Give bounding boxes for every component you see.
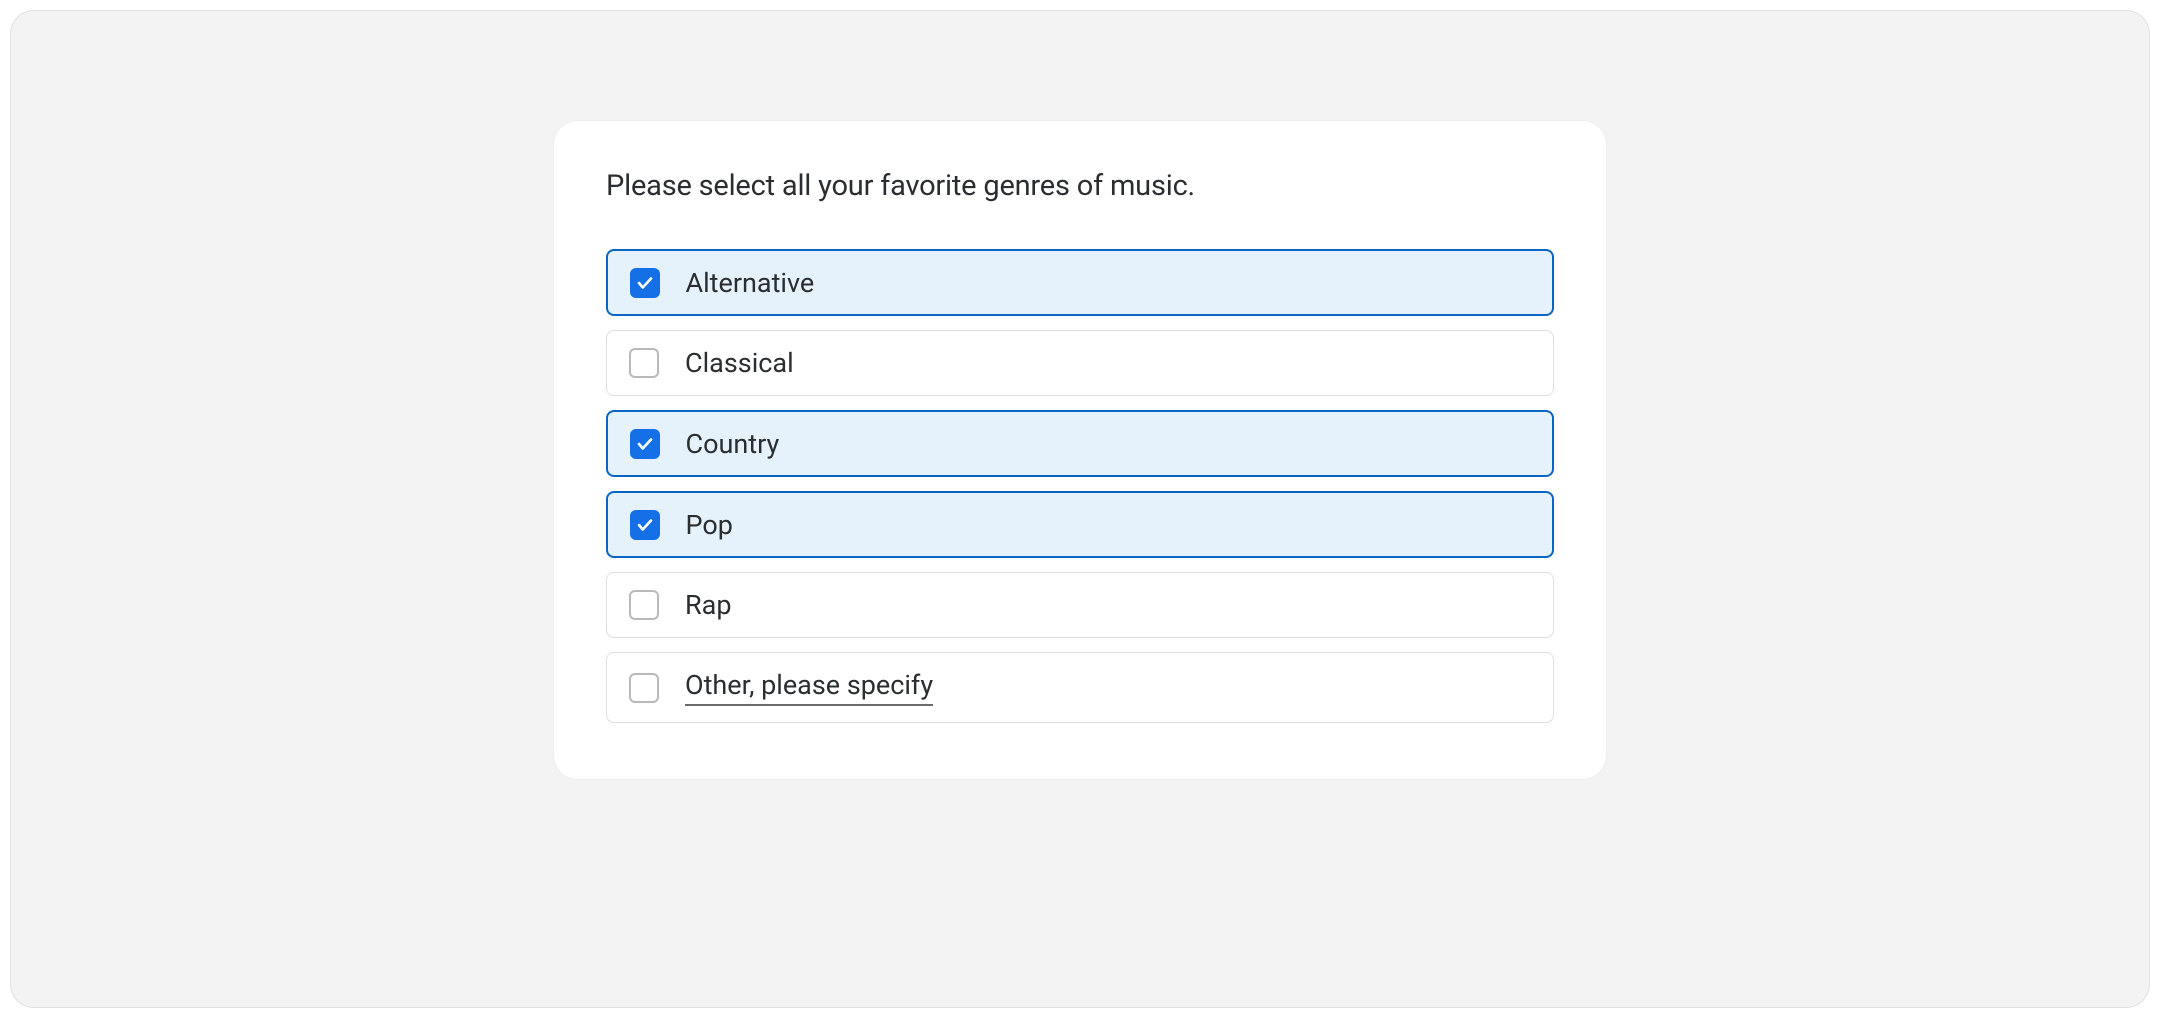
checkbox-icon [629,673,659,703]
checkbox-icon [630,429,660,459]
option-label: Pop [686,509,733,541]
option-other[interactable]: Other, please specify [606,652,1554,723]
option-label: Rap [685,589,732,621]
page-frame: Please select all your favorite genres o… [10,10,2150,1008]
checkbox-icon [630,510,660,540]
checkbox-icon [629,590,659,620]
option-country[interactable]: Country [606,410,1554,477]
option-pop[interactable]: Pop [606,491,1554,558]
option-label: Country [686,428,780,460]
survey-card: Please select all your favorite genres o… [554,121,1606,779]
options-list: Alternative Classical Country Pop [606,249,1554,723]
option-label-other[interactable]: Other, please specify [685,669,933,706]
checkbox-icon [630,268,660,298]
option-classical[interactable]: Classical [606,330,1554,396]
option-label: Classical [685,347,794,379]
checkbox-icon [629,348,659,378]
option-rap[interactable]: Rap [606,572,1554,638]
option-alternative[interactable]: Alternative [606,249,1554,316]
question-title: Please select all your favorite genres o… [606,169,1554,203]
option-label: Alternative [686,267,815,299]
